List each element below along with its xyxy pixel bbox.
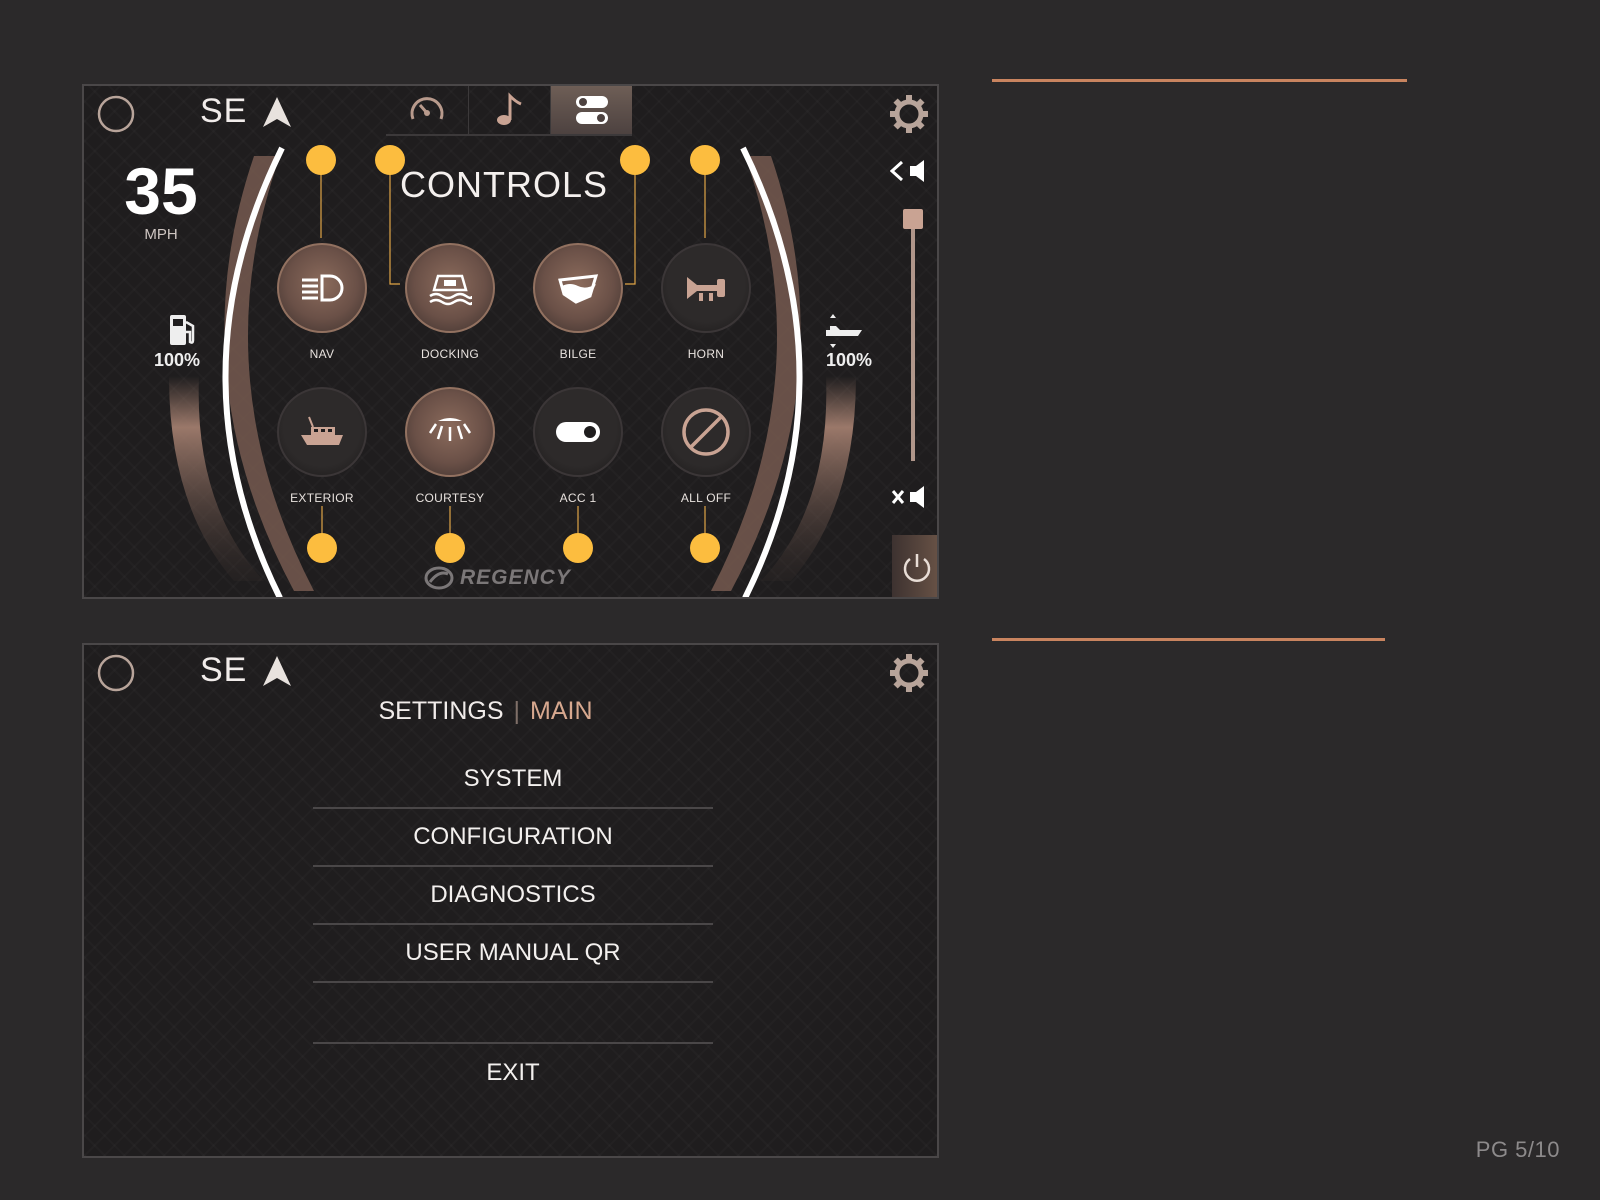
page-number: PG 5/10 — [1475, 1137, 1560, 1162]
compass-heading: SE — [200, 651, 248, 689]
courtesy-light-icon — [428, 418, 472, 441]
menu-item-diagnostics[interactable]: DIAGNOSTICS — [313, 867, 713, 925]
power-button[interactable] — [892, 535, 937, 597]
control-horn[interactable]: HORN — [658, 243, 754, 361]
all-off-icon — [682, 408, 730, 456]
brand-name: REGENCY — [460, 566, 571, 589]
night-mode-icon[interactable] — [96, 94, 136, 134]
compass-arrow-icon — [263, 96, 292, 127]
trim-boat-icon — [826, 314, 862, 348]
control-label: BILGE — [559, 347, 597, 361]
boat-exterior-icon — [301, 416, 343, 445]
tab-bar — [386, 86, 632, 136]
control-label: DOCKING — [420, 347, 480, 361]
menu-item-user-manual-qr[interactable]: USER MANUAL QR — [313, 925, 713, 983]
speed-value: 35 — [124, 154, 198, 228]
volume-mute-icon[interactable] — [890, 482, 930, 512]
control-label: ACC 1 — [559, 491, 597, 505]
regency-logo-icon — [424, 566, 454, 590]
menu-spacer — [313, 983, 713, 1044]
menu-item-configuration[interactable]: CONFIGURATION — [313, 809, 713, 867]
accent-rule-top — [992, 79, 1407, 82]
control-all-off[interactable]: ALL OFF — [658, 387, 754, 505]
nav-button[interactable] — [277, 243, 367, 333]
toggles-icon — [575, 96, 608, 124]
trim-level: 100% — [826, 350, 873, 370]
music-note-icon — [496, 92, 522, 125]
heading: SE — [200, 651, 293, 690]
docking-light-icon — [429, 274, 472, 306]
heading: SE — [200, 92, 293, 131]
fuel-pump-icon — [170, 315, 195, 345]
control-exterior[interactable]: EXTERIOR — [274, 387, 370, 505]
settings-screen: SE SETTINGS | MAIN SYSTEM CONFIGURATION DI… — [82, 643, 939, 1158]
acc1-button[interactable] — [533, 387, 623, 477]
control-label: NAV — [309, 347, 335, 361]
control-acc1[interactable]: ACC 1 — [530, 387, 626, 505]
headlight-icon — [302, 274, 344, 302]
docking-button[interactable] — [405, 243, 495, 333]
volume-slider-track[interactable] — [911, 211, 915, 461]
decorative-arcs — [169, 145, 856, 597]
fuel-level: 100% — [154, 350, 201, 370]
courtesy-button[interactable] — [405, 387, 495, 477]
volume-up-icon[interactable] — [890, 156, 930, 186]
breadcrumb: SETTINGS | MAIN — [84, 697, 887, 726]
all-off-button[interactable] — [661, 387, 751, 477]
speedometer-icon — [410, 97, 444, 120]
controls-screen: SE 35 MPH 100% 100% CONTROLS NAV DOCKING… — [82, 84, 939, 599]
bilge-pump-icon — [558, 274, 599, 304]
control-bilge[interactable]: BILGE — [530, 243, 626, 361]
power-icon — [903, 553, 931, 582]
control-courtesy[interactable]: COURTESY — [402, 387, 498, 505]
control-label: HORN — [687, 347, 725, 361]
compass-arrow-icon — [263, 655, 292, 686]
speed-unit: MPH — [144, 226, 178, 243]
settings-gear-icon[interactable] — [889, 653, 929, 693]
exit-button[interactable]: EXIT — [313, 1044, 713, 1102]
tab-controls[interactable] — [550, 86, 632, 136]
breadcrumb-divider: | — [513, 697, 521, 725]
menu-item-system[interactable]: SYSTEM — [313, 751, 713, 809]
night-mode-icon[interactable] — [96, 653, 136, 693]
control-label: ALL OFF — [680, 491, 732, 505]
settings-menu: SYSTEM CONFIGURATION DIAGNOSTICS USER MA… — [313, 751, 713, 1102]
accent-rule-bottom — [992, 638, 1385, 641]
tab-gauges[interactable] — [386, 86, 468, 136]
breadcrumb-section: SETTINGS — [378, 697, 504, 725]
tab-music[interactable] — [468, 86, 550, 136]
page-title: CONTROLS — [399, 164, 609, 205]
compass-heading: SE — [200, 92, 248, 130]
control-nav[interactable]: NAV — [274, 243, 370, 361]
bilge-button[interactable] — [533, 243, 623, 333]
control-label: COURTESY — [415, 491, 485, 505]
exterior-button[interactable] — [277, 387, 367, 477]
volume-slider-thumb[interactable] — [903, 208, 923, 229]
horn-icon — [687, 277, 725, 301]
toggle-switch-icon — [556, 422, 600, 442]
horn-button[interactable] — [661, 243, 751, 333]
speed-readout: 35 MPH — [116, 158, 206, 243]
settings-gear-icon[interactable] — [889, 94, 929, 134]
brand-logo: REGENCY — [424, 566, 571, 590]
control-label: EXTERIOR — [290, 491, 354, 505]
breadcrumb-page: MAIN — [530, 697, 593, 725]
control-docking[interactable]: DOCKING — [402, 243, 498, 361]
